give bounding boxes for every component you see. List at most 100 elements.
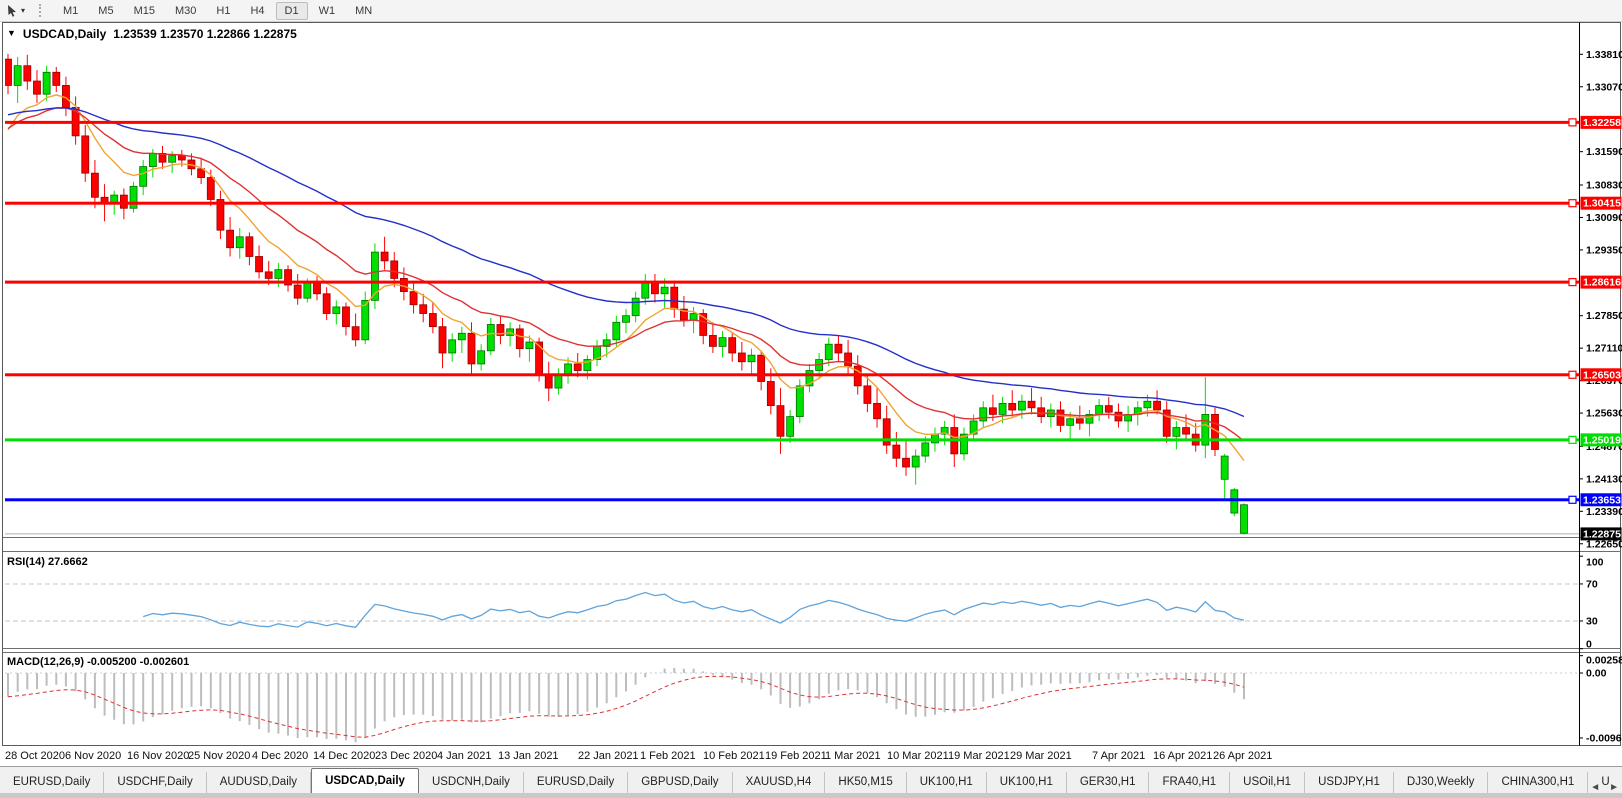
date-label: 29 Mar 2021	[1010, 750, 1072, 762]
hline-1.30415[interactable]	[5, 202, 1579, 205]
svg-text:100: 100	[1586, 557, 1604, 569]
date-label: 13 Jan 2021	[498, 750, 559, 762]
timeframe-button-d1[interactable]: D1	[276, 2, 308, 20]
timeframe-button-mn[interactable]: MN	[346, 2, 381, 20]
date-label: 10 Mar 2021	[887, 750, 949, 762]
svg-text:1.32258: 1.32258	[1583, 117, 1621, 129]
ma-line-fast[interactable]	[8, 95, 1244, 461]
ma-lines	[8, 95, 1244, 461]
svg-text:1.33070: 1.33070	[1586, 81, 1622, 93]
tab-usoil-h1[interactable]: USOil,H1	[1230, 772, 1305, 793]
tab-scroll-right-icon[interactable]: ►	[1609, 782, 1619, 793]
timeframe-button-w1[interactable]: W1	[310, 2, 345, 20]
chevron-down-icon: ▾	[21, 6, 25, 15]
date-label: 4 Jan 2021	[437, 750, 491, 762]
svg-text:0: 0	[1586, 639, 1592, 651]
hline-1.23653[interactable]	[5, 498, 1579, 501]
date-label: 19 Mar 2021	[948, 750, 1010, 762]
cursor-tool-button[interactable]: ▾	[4, 2, 27, 19]
date-label: 28 Oct 2020	[5, 750, 65, 762]
date-axis[interactable]: 28 Oct 20206 Nov 2020 16 Nov 202025 Nov 2…	[0, 747, 1622, 766]
timeframe-button-group: M1M5M15M30H1H4D1W1MN	[53, 2, 382, 20]
timeframe-button-h1[interactable]: H1	[207, 2, 239, 20]
hline-handle[interactable]	[1569, 436, 1576, 443]
date-label: 23 Dec 2020	[375, 750, 437, 762]
date-label: 22 Jan 2021	[578, 750, 639, 762]
tab-audusd-daily[interactable]: AUDUSD,Daily	[207, 772, 311, 793]
ma-line-medium[interactable]	[8, 108, 1244, 441]
tab-usdcnh-daily[interactable]: USDCNH,Daily	[419, 772, 524, 793]
tab-scroll-arrows: ◄ ►	[1590, 782, 1619, 793]
ma-line-slow[interactable]	[8, 108, 1244, 417]
hline-handle[interactable]	[1569, 496, 1576, 503]
svg-text:1.31590: 1.31590	[1586, 146, 1622, 158]
hline-1.32258[interactable]	[5, 121, 1579, 124]
tab-usdjpy-h1[interactable]: USDJPY,H1	[1305, 772, 1394, 793]
timeframe-button-m1[interactable]: M1	[54, 2, 87, 20]
tab-ger30-h1[interactable]: GER30,H1	[1067, 772, 1150, 793]
hline-handle[interactable]	[1569, 279, 1576, 286]
trading-terminal-window: ▾ M1M5M15M30H1H4D1W1MN ▼ USDCAD,Daily 1.…	[0, 0, 1622, 798]
macd-indicator-label: MACD(12,26,9) -0.005200 -0.002601	[7, 656, 189, 668]
date-label: 6 Nov 2020	[65, 750, 121, 762]
macd-panel	[5, 668, 1579, 742]
date-label: 7 Apr 2021	[1092, 750, 1145, 762]
hline-1.28616[interactable]	[5, 281, 1579, 284]
svg-text:1.22875: 1.22875	[1583, 528, 1621, 540]
tab-eurusd-daily[interactable]: EURUSD,Daily	[524, 772, 628, 793]
svg-text:1.26503: 1.26503	[1583, 369, 1621, 381]
timeframe-button-h4[interactable]: H4	[241, 2, 273, 20]
svg-text:70: 70	[1586, 578, 1598, 590]
tab-xauusd-h4[interactable]: XAUUSD,H4	[733, 772, 826, 793]
date-label: 10 Feb 2021	[703, 750, 765, 762]
tab-uk100-h1[interactable]: UK100,H1	[987, 772, 1067, 793]
tab-gbpusd-daily[interactable]: GBPUSD,Daily	[628, 772, 732, 793]
tab-usdchf-daily[interactable]: USDCHF,Daily	[104, 772, 206, 793]
date-label: 1 Mar 2021	[825, 750, 881, 762]
timeframe-button-m15[interactable]: M15	[125, 2, 164, 20]
hline-1.25019[interactable]	[5, 438, 1579, 441]
tab-eurusd-daily[interactable]: EURUSD,Daily	[0, 772, 104, 793]
price-axis[interactable]: 1.338101.330701.315901.308301.300901.293…	[1579, 49, 1622, 745]
tab-usdcad-daily[interactable]: USDCAD,Daily	[311, 768, 419, 793]
tab-scroll-left-icon[interactable]: ◄	[1590, 782, 1600, 793]
tab-dj30-weekly[interactable]: DJ30,Weekly	[1394, 772, 1489, 793]
svg-text:1.23653: 1.23653	[1583, 494, 1621, 506]
tab-uk100-h1[interactable]: UK100,H1	[907, 772, 987, 793]
date-label: 26 Apr 2021	[1213, 750, 1272, 762]
svg-text:0.00: 0.00	[1586, 668, 1607, 680]
svg-text:1.25630: 1.25630	[1586, 408, 1622, 420]
hline-handle[interactable]	[1569, 119, 1576, 126]
horizontal-lines	[5, 119, 1579, 503]
svg-text:1.28616: 1.28616	[1583, 277, 1621, 289]
svg-text:1.27850: 1.27850	[1586, 310, 1622, 322]
timeframe-button-m30[interactable]: M30	[166, 2, 205, 20]
hline-handle[interactable]	[1569, 371, 1576, 378]
hline-handle[interactable]	[1569, 200, 1576, 207]
date-label: 4 Dec 2020	[252, 750, 308, 762]
date-label: 16 Apr 2021	[1153, 750, 1212, 762]
svg-text:1.23390: 1.23390	[1586, 506, 1622, 518]
timeframe-button-m5[interactable]: M5	[89, 2, 122, 20]
tab-fra40-h1[interactable]: FRA40,H1	[1149, 772, 1230, 793]
date-label: 19 Feb 2021	[765, 750, 827, 762]
date-label: 16 Nov 2020	[127, 750, 189, 762]
tab-hk50-m15[interactable]: HK50,M15	[825, 772, 906, 793]
tab-china300-h1[interactable]: CHINA300,H1	[1488, 772, 1588, 793]
svg-text:1.29350: 1.29350	[1586, 244, 1622, 256]
candles	[5, 54, 1248, 534]
svg-text:-0.00968: -0.00968	[1586, 732, 1622, 744]
hline-1.26503[interactable]	[5, 373, 1579, 376]
chart-title: ▼ USDCAD,Daily 1.23539 1.23570 1.22866 1…	[7, 27, 297, 41]
svg-text:0.00258: 0.00258	[1586, 655, 1622, 667]
collapse-icon: ▼	[7, 28, 16, 38]
date-label: 14 Dec 2020	[313, 750, 375, 762]
date-label: 25 Nov 2020	[188, 750, 250, 762]
date-label: 1 Feb 2021	[640, 750, 696, 762]
macd-histogram	[8, 668, 1244, 742]
chart-canvas[interactable]: 1.338101.330701.315901.308301.300901.293…	[0, 0, 1622, 798]
svg-text:1.24130: 1.24130	[1586, 473, 1622, 485]
chart-tab-bar: EURUSD,DailyUSDCHF,DailyAUDUSD,DailyUSDC…	[0, 766, 1622, 793]
main-price-panel	[5, 54, 1580, 534]
rsi-line[interactable]	[143, 593, 1244, 628]
